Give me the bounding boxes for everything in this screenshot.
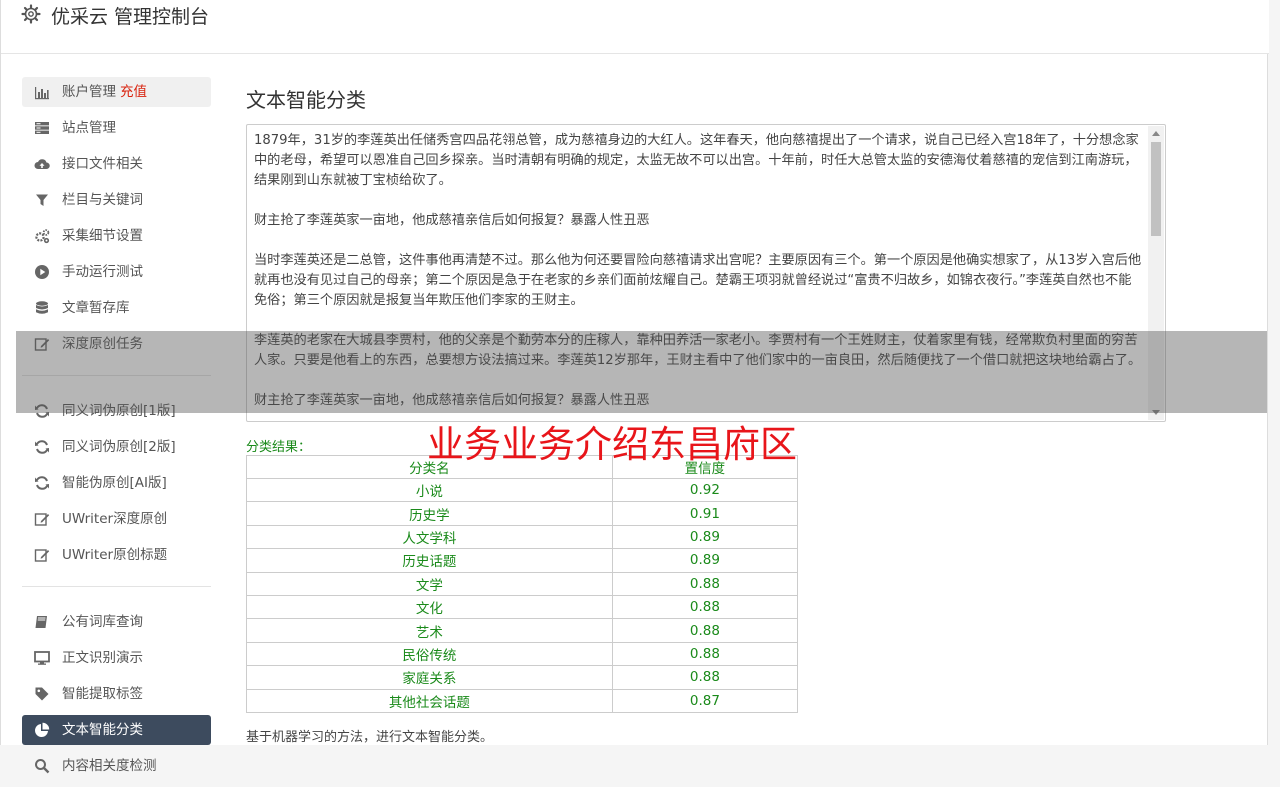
gear-icon xyxy=(21,4,41,24)
sidebar-item-public-lexicon[interactable]: 公有词库查询 xyxy=(22,607,211,637)
edit-icon xyxy=(34,513,50,526)
sidebar-item-label: 站点管理 xyxy=(62,120,116,136)
category-cell: 其他社会话题 xyxy=(246,688,613,713)
scroll-up-arrow[interactable] xyxy=(1152,131,1160,136)
top-header: 优采云 管理控制台 xyxy=(1,0,1269,54)
category-cell: 艺术 xyxy=(246,618,613,643)
sidebar-item-label: 智能提取标签 xyxy=(62,686,143,702)
confidence-cell: 0.89 xyxy=(611,524,799,550)
sidebar-item-label: 采集细节设置 xyxy=(62,228,143,244)
book-icon xyxy=(35,616,47,628)
sidebar-item-body-recognition[interactable]: 正文识别演示 xyxy=(22,643,211,673)
sidebar-item-uwriter-title[interactable]: UWriter原创标题 xyxy=(22,540,211,570)
recharge-link[interactable]: 充值 xyxy=(120,84,147,100)
tag-icon xyxy=(35,687,49,701)
sidebar-item-label: 文章暂存库 xyxy=(62,300,130,316)
sidebar-item-article-storage[interactable]: 文章暂存库 xyxy=(22,293,211,323)
sidebar-item-interface[interactable]: 接口文件相关 xyxy=(22,149,211,179)
category-cell: 民俗传统 xyxy=(246,641,613,667)
sidebar-item-columns[interactable]: 栏目与关键词 xyxy=(22,185,211,215)
confidence-cell: 0.92 xyxy=(611,477,799,503)
edit-icon xyxy=(34,549,50,562)
cloud-upload-icon xyxy=(34,159,50,169)
table-row: 民俗传统 0.88 xyxy=(246,641,799,667)
sidebar-item-label: 文本智能分类 xyxy=(62,722,143,738)
sidebar-item-account[interactable]: 账户管理 充值 xyxy=(22,77,211,107)
sidebar-item-label: 手动运行测试 xyxy=(62,264,143,280)
category-cell: 人文学科 xyxy=(246,524,613,550)
server-icon xyxy=(35,122,49,134)
filter-icon xyxy=(36,194,48,206)
gray-overlay-band xyxy=(16,331,1267,413)
sidebar-divider xyxy=(22,586,211,587)
app-frame: 优采云 管理控制台 账户管理 充值 站点管理 接口文件相关 栏目与关键词 采集细节… xyxy=(0,0,1269,774)
classification-table: 分类名 置信度 小说 0.92 历史学 0.91 人文学科 0.89 历史话题 0.89… xyxy=(246,455,799,713)
database-icon xyxy=(36,301,48,314)
confidence-cell: 0.88 xyxy=(611,571,799,596)
sidebar-item-label: 栏目与关键词 xyxy=(62,192,143,208)
sidebar-item-label: 同义词伪原创[2版] xyxy=(62,439,176,455)
sidebar-item-synonym-v2[interactable]: 同义词伪原创[2版] xyxy=(22,432,211,462)
sidebar-item-relevance[interactable]: 内容相关度检测 xyxy=(22,751,211,781)
scroll-thumb[interactable] xyxy=(1151,142,1161,236)
sidebar-item-label: UWriter深度原创 xyxy=(62,511,168,527)
category-cell: 文学 xyxy=(246,571,613,596)
monitor-icon xyxy=(34,651,50,665)
sidebar-item-collect-settings[interactable]: 采集细节设置 xyxy=(22,221,211,251)
sidebar-item-label: 正文识别演示 xyxy=(62,650,143,666)
search-icon xyxy=(35,759,50,774)
table-row: 历史学 0.91 xyxy=(246,501,799,526)
refresh-icon xyxy=(35,476,49,490)
sidebar-item-label: UWriter原创标题 xyxy=(62,547,168,563)
sidebar-item-sites[interactable]: 站点管理 xyxy=(22,113,211,143)
pie-chart-icon xyxy=(35,722,50,737)
sidebar-item-label: 内容相关度检测 xyxy=(62,758,157,774)
table-row: 文化 0.88 xyxy=(246,594,799,620)
category-cell: 家庭关系 xyxy=(246,665,613,690)
table-row: 艺术 0.88 xyxy=(246,618,799,643)
confidence-cell: 0.88 xyxy=(611,618,799,643)
confidence-cell: 0.88 xyxy=(611,665,799,690)
table-row: 人文学科 0.89 xyxy=(246,524,799,550)
confidence-cell: 0.88 xyxy=(611,594,799,620)
table-row: 小说 0.92 xyxy=(246,477,799,503)
method-footnote: 基于机器学习的方法，进行文本智能分类。 xyxy=(246,730,494,745)
sidebar-nav: 账户管理 充值 站点管理 接口文件相关 栏目与关键词 采集细节设置 手动运行测试 … xyxy=(22,77,211,787)
page-title: 文本智能分类 xyxy=(246,88,366,112)
confidence-cell: 0.88 xyxy=(611,641,799,667)
category-cell: 文化 xyxy=(246,594,613,620)
category-cell: 历史话题 xyxy=(246,548,613,573)
watermark-text: 业务业务介绍东昌府区 xyxy=(427,423,797,466)
sidebar-item-ai-rewrite[interactable]: 智能伪原创[AI版] xyxy=(22,468,211,498)
sidebar-item-label: 接口文件相关 xyxy=(62,156,143,172)
table-row: 家庭关系 0.88 xyxy=(246,665,799,690)
result-label: 分类结果： xyxy=(246,440,312,455)
confidence-cell: 0.87 xyxy=(611,688,799,713)
table-row: 历史话题 0.89 xyxy=(246,548,799,573)
gears-icon xyxy=(35,229,50,244)
confidence-cell: 0.89 xyxy=(611,548,799,573)
refresh-icon xyxy=(35,440,49,454)
sidebar-item-label: 账户管理 xyxy=(62,84,116,100)
sidebar-item-label: 公有词库查询 xyxy=(62,614,143,630)
sidebar-item-manual-run[interactable]: 手动运行测试 xyxy=(22,257,211,287)
category-cell: 历史学 xyxy=(246,501,613,526)
sidebar-item-label: 智能伪原创[AI版] xyxy=(62,475,167,491)
sidebar-item-tag-extract[interactable]: 智能提取标签 xyxy=(22,679,211,709)
table-row: 文学 0.88 xyxy=(246,571,799,596)
sidebar-item-uwriter-deep[interactable]: UWriter深度原创 xyxy=(22,504,211,534)
app-title: 优采云 管理控制台 xyxy=(51,6,210,28)
table-row: 其他社会话题 0.87 xyxy=(246,688,799,713)
confidence-cell: 0.91 xyxy=(611,501,799,526)
category-cell: 小说 xyxy=(246,477,613,503)
bar-chart-icon xyxy=(35,87,49,100)
play-circle-icon xyxy=(35,265,49,279)
sidebar-item-text-classify[interactable]: 文本智能分类 xyxy=(22,715,211,745)
